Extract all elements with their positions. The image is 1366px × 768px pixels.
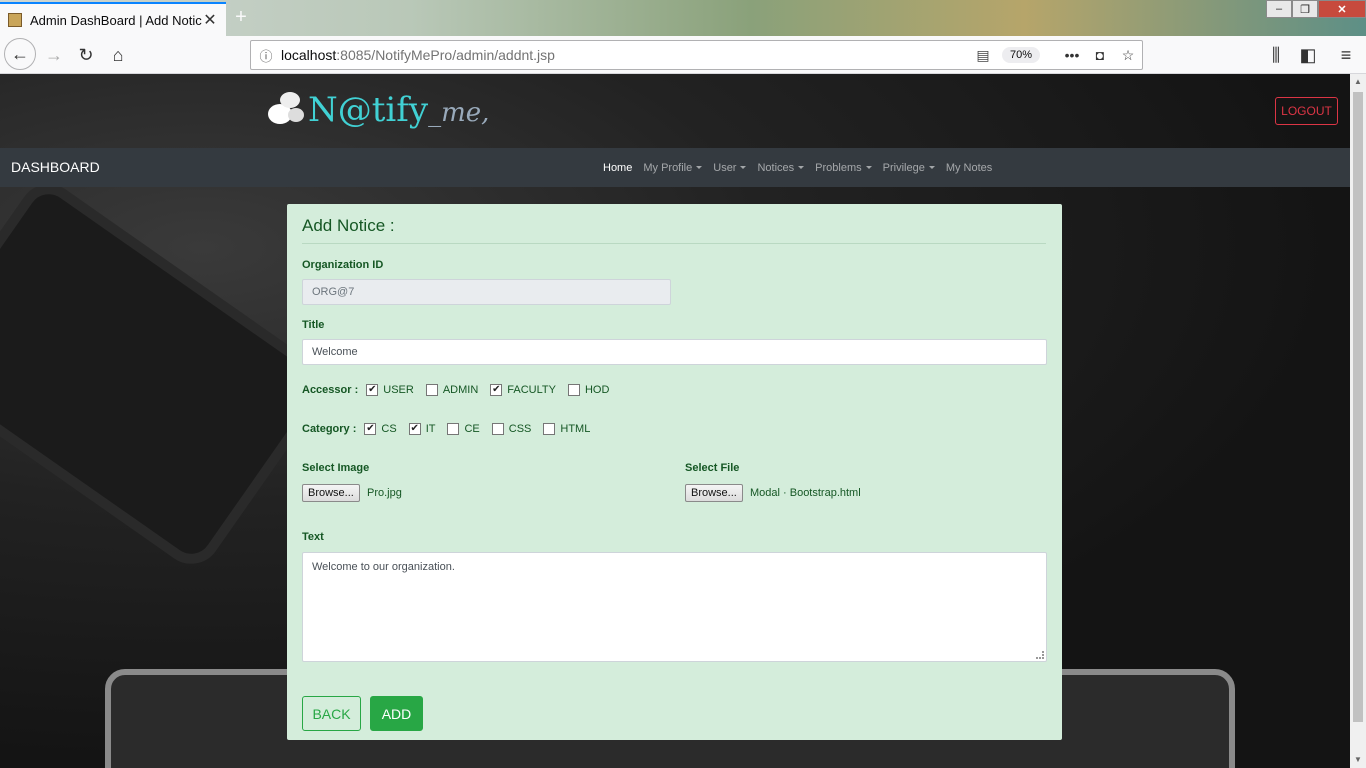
browser-toolbar: ← → ↻ ⌂ ⓘ localhost:8085/NotifyMePro/adm… (0, 36, 1366, 74)
card-divider (302, 243, 1046, 244)
category-it-label: IT (425, 423, 436, 435)
new-tab-plus-icon[interactable]: + (230, 6, 252, 28)
favicon-icon (8, 13, 22, 27)
nav-item-my-notes[interactable]: My Notes (946, 162, 992, 174)
title-input[interactable]: Welcome (302, 339, 1047, 365)
caret-down-icon (696, 166, 703, 169)
back-arrow-icon[interactable]: ← (4, 38, 36, 70)
resize-grip-icon[interactable] (1036, 651, 1044, 659)
close-window-icon[interactable]: ✕ (1318, 0, 1366, 18)
close-tab-icon[interactable]: ✕ (202, 10, 218, 30)
file-browse-button[interactable]: Browse... (685, 484, 743, 502)
accessor-faculty-label: FACULTY (507, 384, 556, 396)
category-cs-checkbox[interactable]: ✔ (364, 423, 377, 435)
select-file-label: Select File (685, 462, 740, 474)
accessor-hod-label: HOD (584, 384, 610, 396)
add-button[interactable]: ADD (370, 696, 423, 731)
logout-button[interactable]: LOGOUT (1275, 97, 1338, 125)
window-controls: – ❐ ✕ (1266, 0, 1366, 18)
nav-item-privilege[interactable]: Privilege (883, 162, 935, 174)
add-notice-card: Add Notice : Organization ID ORG@7 Title… (287, 204, 1062, 740)
minimize-icon[interactable]: – (1266, 0, 1292, 18)
pocket-icon[interactable]: ◘ (1086, 47, 1114, 63)
text-area[interactable]: Welcome to our organization. (302, 552, 1047, 662)
category-css-label: CSS (508, 423, 532, 435)
menu-hamburger-icon[interactable]: ≡ (1332, 42, 1360, 68)
card-title: Add Notice : (302, 216, 395, 235)
bookmark-star-icon[interactable]: ☆ (1114, 47, 1142, 64)
chat-bubble-icon (266, 90, 306, 130)
scrollbar[interactable]: ▲ ▼ (1350, 74, 1366, 768)
accessor-label: Accessor : (302, 384, 359, 396)
library-icon[interactable]: ⫼ (1262, 42, 1290, 68)
caret-down-icon (928, 166, 935, 169)
accessor-admin-label: ADMIN (442, 384, 479, 396)
image-file-name: Pro.jpg (367, 487, 402, 499)
nav-item-my-profile[interactable]: My Profile (643, 162, 703, 174)
reload-icon[interactable]: ↻ (72, 42, 100, 68)
accessor-user-label: USER (383, 384, 414, 396)
category-html-label: HTML (560, 423, 591, 435)
back-button[interactable]: BACK (302, 696, 361, 731)
scroll-down-icon[interactable]: ▼ (1350, 752, 1366, 768)
accessor-hod-checkbox[interactable] (567, 384, 580, 396)
background-tablet (0, 172, 337, 576)
caret-down-icon (865, 166, 872, 169)
accessor-admin-checkbox[interactable] (425, 384, 438, 396)
category-label: Category : (302, 423, 357, 435)
accessor-faculty-checkbox[interactable]: ✔ (490, 384, 503, 396)
nav-item-home[interactable]: Home (603, 162, 632, 174)
text-area-value: Welcome to our organization. (312, 561, 455, 573)
nav-item-notices[interactable]: Notices (757, 162, 805, 174)
url-text[interactable]: localhost:8085/NotifyMePro/admin/addnt.j… (281, 47, 970, 63)
sidebar-icon[interactable]: ◧ (1294, 42, 1322, 68)
home-icon[interactable]: ⌂ (104, 42, 132, 68)
url-bar[interactable]: ⓘ localhost:8085/NotifyMePro/admin/addnt… (250, 40, 1143, 70)
scroll-thumb[interactable] (1353, 92, 1363, 722)
title-label: Title (302, 319, 325, 331)
dashboard-navbar: DASHBOARD Home My Profile User Notices P… (0, 148, 1350, 187)
navbar-menu: Home My Profile User Notices Problems Pr… (603, 148, 1003, 187)
logo-text: N@tify_me, (308, 90, 490, 130)
category-html-checkbox[interactable] (543, 423, 556, 435)
browser-tab[interactable]: Admin DashBoard | Add Notice ✕ (0, 2, 226, 36)
select-image-label: Select Image (302, 462, 370, 474)
category-ce-label: CE (464, 423, 480, 435)
zoom-level[interactable]: 70% (1001, 47, 1040, 63)
logo: N@tify_me, (266, 84, 489, 136)
file-name: Modal · Bootstrap.html (750, 487, 861, 499)
scroll-up-icon[interactable]: ▲ (1350, 74, 1366, 90)
nav-item-problems[interactable]: Problems (815, 162, 872, 174)
forward-arrow-icon[interactable]: → (40, 42, 68, 68)
page-actions-icon[interactable]: ••• (1058, 47, 1086, 63)
org-id-label: Organization ID (302, 259, 384, 271)
page-viewport: N@tify_me, LOGOUT DASHBOARD Home My Prof… (0, 74, 1350, 768)
caret-down-icon (798, 166, 805, 169)
caret-down-icon (740, 166, 747, 169)
accessor-row: Accessor : ✔ USER ADMIN ✔ FACULTY HOD (302, 384, 619, 396)
category-it-checkbox[interactable]: ✔ (408, 423, 421, 435)
text-label: Text (302, 531, 324, 543)
tab-title: Admin DashBoard | Add Notice (30, 12, 202, 28)
maximize-icon[interactable]: ❐ (1292, 0, 1318, 18)
browser-tabbar: Admin DashBoard | Add Notice ✕ + – ❐ ✕ (0, 0, 1366, 36)
image-browse-button[interactable]: Browse... (302, 484, 360, 502)
category-ce-checkbox[interactable] (447, 423, 460, 435)
category-row: Category : ✔ CS ✔ IT CE CSS HTML (302, 423, 600, 435)
navbar-brand[interactable]: DASHBOARD (11, 148, 100, 187)
nav-item-user[interactable]: User (713, 162, 747, 174)
reader-view-icon[interactable]: ▤ (970, 47, 996, 64)
site-header: N@tify_me, LOGOUT (0, 74, 1350, 148)
category-css-checkbox[interactable] (491, 423, 504, 435)
category-cs-label: CS (381, 423, 397, 435)
site-info-icon[interactable]: ⓘ (251, 46, 281, 65)
org-id-input[interactable]: ORG@7 (302, 279, 671, 305)
accessor-user-checkbox[interactable]: ✔ (366, 384, 379, 396)
